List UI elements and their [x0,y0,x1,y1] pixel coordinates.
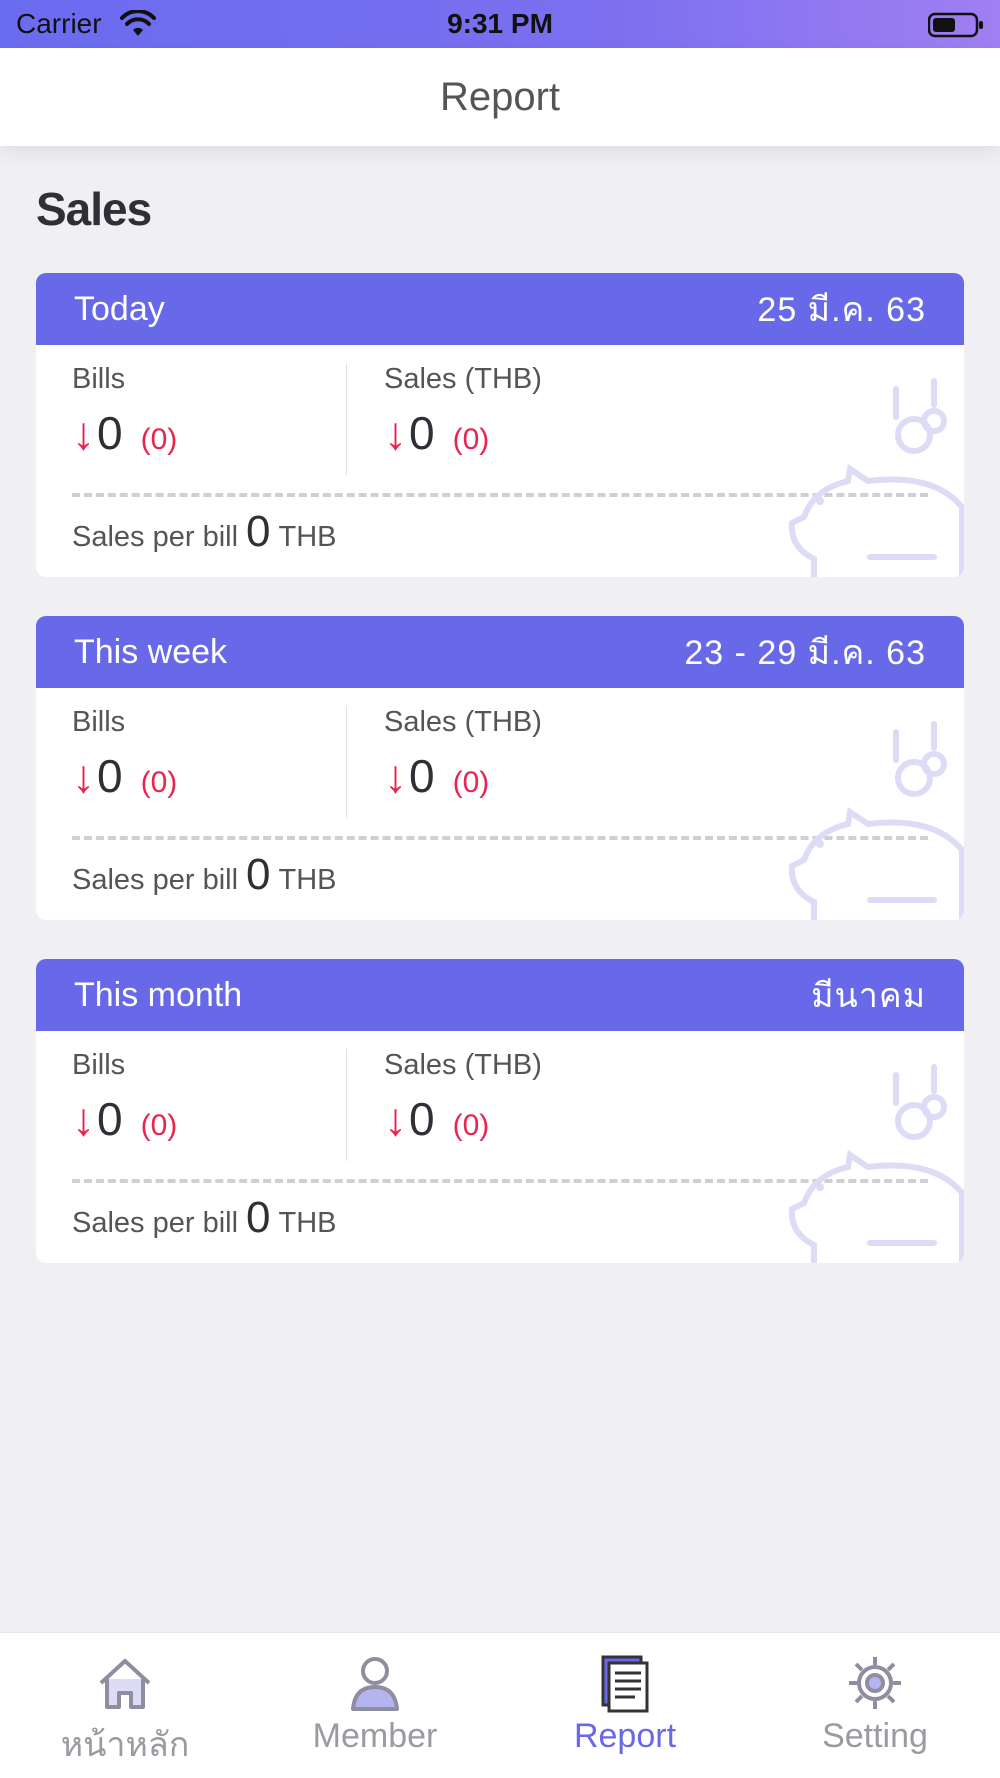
bills-label: Bills [72,363,126,395]
down-arrow-icon: ↓ [72,407,95,459]
card-body: Bills ↓ 0 (0) Sales (THB) ↓ 0 (0) Sales … [36,688,964,920]
sales-per-bill-unit: THB [278,864,337,896]
bills-value: 0 [97,407,123,459]
sales-per-bill-unit: THB [278,521,337,553]
sales-value: 0 [409,750,435,802]
card-header: This week 23 - 29 มี.ค. 63 [36,616,964,688]
piggy-bank-icon [788,1064,964,1263]
sales-delta: (0) [452,423,490,456]
bills-delta: (0) [140,1109,178,1142]
piggy-bank-icon [788,721,964,920]
section-title-sales: Sales [36,183,152,235]
sales-per-bill: Sales per bill 0 THB [72,850,337,900]
bills-label: Bills [72,1049,126,1081]
sales-label: Sales (THB) [384,1049,542,1081]
sales-value: 0 [409,407,435,459]
person-icon [351,1657,399,1711]
card-title: This month [74,975,243,1014]
sales-delta: (0) [452,1109,490,1142]
sales-per-bill-unit: THB [278,1207,337,1239]
tab-report[interactable]: Report [500,1633,750,1778]
sales-column: Sales (THB) ↓ 0 (0) [384,1049,542,1146]
bills-label: Bills [72,706,126,738]
tab-bar: หน้าหลัก Member Report Setting [0,1632,1000,1778]
gear-icon [849,1657,901,1709]
home-icon [99,1659,151,1709]
sales-column: Sales (THB) ↓ 0 (0) [384,363,542,460]
bills-delta: (0) [140,766,178,799]
down-arrow-icon: ↓ [72,750,95,802]
status-time: 9:31 PM [447,8,553,39]
sales-column: Sales (THB) ↓ 0 (0) [384,706,542,803]
card-body: Bills ↓ 0 (0) Sales (THB) ↓ 0 (0) Sales … [36,1031,964,1263]
down-arrow-icon: ↓ [384,750,407,802]
column-divider [346,363,347,475]
sales-per-bill-label: Sales per bill [72,864,239,896]
sales-per-bill-label: Sales per bill [72,1207,239,1239]
bills-column: Bills ↓ 0 (0) [72,706,177,803]
sales-per-bill-value: 0 [246,507,271,556]
down-arrow-icon: ↓ [72,1093,95,1145]
tab-label: หน้าหลัก [60,1726,190,1764]
column-divider [346,706,347,818]
card-header: Today 25 มี.ค. 63 [36,273,964,345]
sales-label: Sales (THB) [384,706,542,738]
card-date: มีนาคม [811,977,926,1015]
card-header: This month มีนาคม [36,959,964,1031]
sales-per-bill-value: 0 [246,850,271,899]
report-card-today[interactable]: Today 25 มี.ค. 63 Bills ↓ 0 (0) Sales (T… [36,273,964,577]
tab-home[interactable]: หน้าหลัก [0,1633,250,1778]
sales-per-bill-label: Sales per bill [72,521,239,553]
navigation-bar: Report [0,48,1000,146]
page-title: Report [439,74,561,119]
tab-member[interactable]: Member [250,1633,500,1778]
status-bar: Carrier 9:31 PM [0,0,1000,48]
down-arrow-icon: ↓ [384,407,407,459]
bills-column: Bills ↓ 0 (0) [72,363,177,460]
column-divider [346,1049,347,1161]
battery-icon [928,12,983,38]
tab-label: Setting [822,1717,928,1755]
sales-label: Sales (THB) [384,363,542,395]
down-arrow-icon: ↓ [384,1093,407,1145]
bills-value: 0 [97,750,123,802]
card-date: 23 - 29 มี.ค. 63 [684,634,926,672]
sales-per-bill: Sales per bill 0 THB [72,507,337,557]
report-card-this-week[interactable]: This week 23 - 29 มี.ค. 63 Bills ↓ 0 (0)… [36,616,964,920]
report-card-this-month[interactable]: This month มีนาคม Bills ↓ 0 (0) Sales (T… [36,959,964,1263]
bills-column: Bills ↓ 0 (0) [72,1049,177,1146]
tab-setting[interactable]: Setting [750,1633,1000,1778]
card-body: Bills ↓ 0 (0) Sales (THB) ↓ 0 (0) Sales … [36,345,964,577]
bills-delta: (0) [140,423,178,456]
card-title: Today [74,289,165,328]
card-date: 25 มี.ค. 63 [757,291,926,329]
sales-per-bill: Sales per bill 0 THB [72,1193,337,1243]
report-icon [601,1655,649,1713]
piggy-bank-icon [788,378,964,577]
tab-label: Member [312,1717,438,1755]
sales-value: 0 [409,1093,435,1145]
bills-value: 0 [97,1093,123,1145]
card-title: This week [74,632,228,671]
sales-delta: (0) [452,766,490,799]
sales-per-bill-value: 0 [246,1193,271,1242]
tab-label: Report [573,1717,677,1755]
